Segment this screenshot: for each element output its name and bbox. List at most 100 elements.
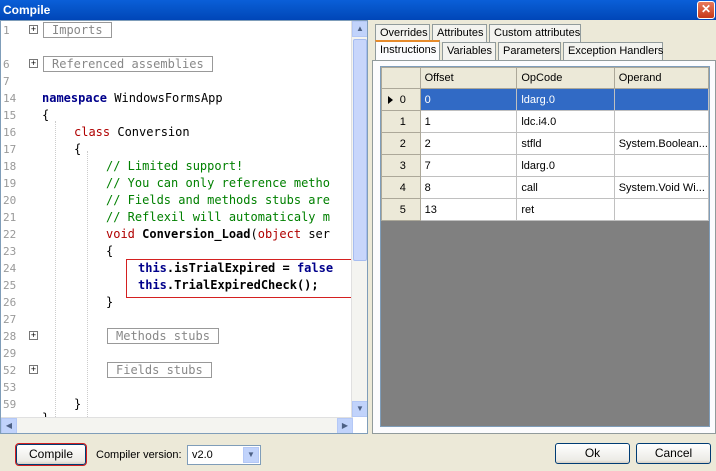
tab-attributes[interactable]: Attributes xyxy=(432,24,487,42)
row-header[interactable]: 3 xyxy=(381,154,421,177)
scroll-up-icon[interactable]: ▲ xyxy=(352,21,367,37)
cell-opcode[interactable]: ldarg.0 xyxy=(516,154,615,177)
line-number: 21 xyxy=(3,211,17,224)
table-row[interactable]: 0 0 ldarg.0 xyxy=(381,88,709,111)
cell-operand[interactable] xyxy=(613,198,709,221)
line-number: 7 xyxy=(3,75,10,88)
vertical-scrollbar[interactable]: ▲ ▼ xyxy=(351,21,367,417)
line-number: 14 xyxy=(3,92,17,105)
cell-opcode[interactable]: call xyxy=(516,176,615,199)
row-header[interactable]: 1 xyxy=(381,110,421,133)
row-header[interactable]: 4 xyxy=(381,176,421,199)
tab-variables[interactable]: Variables xyxy=(442,42,496,60)
row-header[interactable]: 2 xyxy=(381,132,421,155)
expand-icon[interactable]: + xyxy=(29,25,38,34)
line-number: 19 xyxy=(3,177,17,190)
void-keyword: void xyxy=(106,227,135,241)
column-header-offset[interactable]: Offset xyxy=(419,67,518,89)
instructions-grid[interactable]: Offset OpCode Operand 0 0 ldarg.0 1 1 ld… xyxy=(380,66,710,427)
scroll-thumb[interactable] xyxy=(353,39,367,261)
region-imports[interactable]: Imports xyxy=(43,22,112,38)
tab-parameters[interactable]: Parameters xyxy=(498,42,561,60)
line-number: 27 xyxy=(3,313,17,326)
compiler-version-select[interactable]: v2.0 ▼ xyxy=(187,445,261,465)
column-header-opcode[interactable]: OpCode xyxy=(516,67,615,89)
code-editor[interactable]: 1 6 7 14 15 16 17 18 19 20 21 22 23 24 2… xyxy=(0,20,368,434)
row-header[interactable]: 5 xyxy=(381,198,421,221)
table-row[interactable]: 5 13 ret xyxy=(381,198,709,221)
indent-guide xyxy=(55,121,56,417)
cell-offset[interactable]: 2 xyxy=(419,132,518,155)
code-line-25: this.isTrialExpired = false xyxy=(138,261,333,275)
header-row: Offset OpCode Operand xyxy=(381,67,709,89)
tab-exception-handlers[interactable]: Exception Handlers xyxy=(563,42,663,60)
code-line-26: this.TrialExpiredCheck(); xyxy=(138,278,319,292)
region-fields-stubs[interactable]: Fields stubs xyxy=(107,362,212,378)
line-number: 17 xyxy=(3,143,17,156)
table-row[interactable]: 1 1 ldc.i4.0 xyxy=(381,110,709,133)
class-line: class Conversion xyxy=(74,125,190,139)
instructions-table: Offset OpCode Operand 0 0 ldarg.0 1 1 ld… xyxy=(381,67,709,221)
tab-instructions[interactable]: Instructions xyxy=(375,40,440,60)
this-keyword: this xyxy=(138,278,167,292)
tab-row-bottom: Instructions Variables Parameters Except… xyxy=(375,40,715,60)
cell-operand[interactable] xyxy=(613,154,709,177)
horizontal-scrollbar[interactable]: ◀ ▶ xyxy=(1,417,353,433)
line-number: 15 xyxy=(3,109,17,122)
line-number: 59 xyxy=(3,398,17,411)
line-number: 18 xyxy=(3,160,17,173)
cell-operand[interactable] xyxy=(613,88,709,111)
cell-operand[interactable]: System.Void Wi... xyxy=(613,176,709,199)
cell-opcode[interactable]: ret xyxy=(516,198,615,221)
line-number-gutter: 1 6 7 14 15 16 17 18 19 20 21 22 23 24 2… xyxy=(1,21,23,428)
scroll-left-icon[interactable]: ◀ xyxy=(1,418,17,433)
compiler-version-value: v2.0 xyxy=(192,449,213,461)
line-number: 28 xyxy=(3,330,17,343)
expand-icon[interactable]: + xyxy=(29,59,38,68)
current-row-icon xyxy=(388,96,393,104)
column-header-operand[interactable]: Operand xyxy=(613,67,709,89)
cell-offset[interactable]: 1 xyxy=(419,110,518,133)
cell-operand[interactable] xyxy=(613,110,709,133)
scroll-down-icon[interactable]: ▼ xyxy=(352,401,367,417)
close-brace: } xyxy=(74,397,82,411)
tab-custom-attributes[interactable]: Custom attributes xyxy=(489,24,581,42)
comment-line: // Fields and methods stubs are xyxy=(106,193,330,207)
compile-button[interactable]: Compile xyxy=(15,443,87,466)
row-header[interactable]: 0 xyxy=(381,88,421,111)
code-text: .isTrialExpired = xyxy=(166,261,297,275)
cancel-button[interactable]: Cancel xyxy=(636,443,711,464)
comment-line: // Reflexil will automaticaly m xyxy=(106,210,330,224)
expand-icon[interactable]: + xyxy=(29,365,38,374)
namespace-name: WindowsFormsApp xyxy=(107,91,223,105)
title-bar: Compile ✕ xyxy=(0,0,716,20)
open-brace: { xyxy=(42,108,50,122)
table-row[interactable]: 2 2 stfld System.Boolean... xyxy=(381,132,709,155)
table-row[interactable]: 4 8 call System.Void Wi... xyxy=(381,176,709,199)
method-name: Conversion_Load xyxy=(134,227,251,241)
chevron-down-icon[interactable]: ▼ xyxy=(243,447,259,463)
cell-opcode[interactable]: stfld xyxy=(516,132,615,155)
scroll-right-icon[interactable]: ▶ xyxy=(337,418,353,433)
line-number: 53 xyxy=(3,381,17,394)
line-number: 29 xyxy=(3,347,17,360)
comment-line: // You can only reference metho xyxy=(106,176,330,190)
code-area[interactable]: + Imports + Referenced assemblies namesp… xyxy=(23,21,353,417)
ok-button[interactable]: Ok xyxy=(555,443,630,464)
region-methods-stubs[interactable]: Methods stubs xyxy=(107,328,219,344)
cell-offset[interactable]: 8 xyxy=(419,176,518,199)
cell-opcode[interactable]: ldc.i4.0 xyxy=(516,110,615,133)
class-keyword: class xyxy=(74,125,111,139)
expand-icon[interactable]: + xyxy=(29,331,38,340)
cell-offset[interactable]: 7 xyxy=(419,154,518,177)
region-referenced-assemblies[interactable]: Referenced assemblies xyxy=(43,56,213,72)
cell-offset[interactable]: 13 xyxy=(419,198,518,221)
line-number: 23 xyxy=(3,245,17,258)
cell-offset[interactable]: 0 xyxy=(419,88,518,111)
cell-operand[interactable]: System.Boolean... xyxy=(613,132,709,155)
close-icon[interactable]: ✕ xyxy=(697,1,715,19)
table-row[interactable]: 3 7 ldarg.0 xyxy=(381,154,709,177)
open-brace: { xyxy=(74,142,82,156)
cell-opcode[interactable]: ldarg.0 xyxy=(516,88,615,111)
namespace-line: namespace WindowsFormsApp xyxy=(42,91,223,105)
